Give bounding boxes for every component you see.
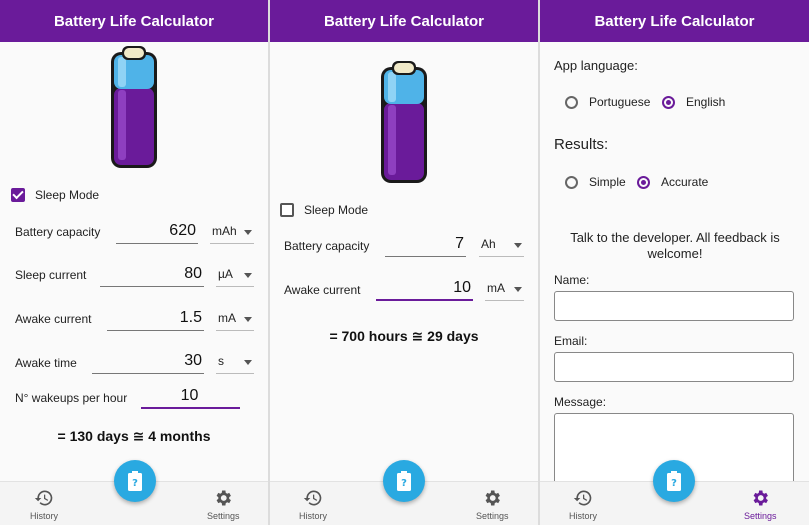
sleep-mode-checkbox[interactable]: Sleep Mode xyxy=(280,203,368,217)
checkbox-unchecked-icon xyxy=(280,203,294,217)
results-option-accurate[interactable]: Accurate xyxy=(637,175,708,189)
language-option-label: Portuguese xyxy=(589,95,651,109)
aa-battery-icon xyxy=(111,46,157,168)
sleep-current-unit-dropdown[interactable]: µA xyxy=(216,263,254,287)
radio-unselected-icon xyxy=(565,95,578,109)
nav-settings-label: Settings xyxy=(476,511,509,521)
email-input[interactable] xyxy=(554,352,794,382)
aa-battery-icon xyxy=(381,61,427,183)
nav-history-label: History xyxy=(299,511,328,521)
sleep-current-input[interactable]: 80 xyxy=(100,263,204,287)
nav-history[interactable]: History xyxy=(30,488,58,521)
gear-icon xyxy=(216,490,232,506)
nav-history-label: History xyxy=(569,511,598,521)
battery-capacity-label: Battery capacity xyxy=(15,225,101,239)
battery-question-icon: ? xyxy=(128,471,142,491)
battery-question-icon: ? xyxy=(397,471,411,491)
language-option-portuguese[interactable]: Portuguese xyxy=(565,95,650,109)
nav-history[interactable]: History xyxy=(569,488,597,521)
awake-current-input[interactable]: 1.5 xyxy=(107,307,204,331)
sleep-current-label: Sleep current xyxy=(15,268,87,282)
language-option-label: English xyxy=(686,95,726,109)
wakeups-per-hour-label: N° wakeups per hour xyxy=(15,391,128,405)
awake-current-unit-dropdown[interactable]: mA xyxy=(216,307,254,331)
nav-settings-label: Settings xyxy=(207,511,240,521)
battery-capacity-input[interactable]: 620 xyxy=(116,220,198,244)
app-title: Battery Life Calculator xyxy=(323,12,485,30)
radio-unselected-icon xyxy=(565,175,578,189)
app-title: Battery Life Calculator xyxy=(594,12,755,30)
settings-screen: Battery Life Calculator App language: Po… xyxy=(540,0,809,525)
results-option-label: Simple xyxy=(589,175,626,189)
history-icon xyxy=(34,490,53,506)
svg-text:?: ? xyxy=(671,478,677,489)
sleep-mode-checkbox[interactable]: Sleep Mode xyxy=(11,188,99,202)
language-option-english[interactable]: English xyxy=(662,95,725,109)
chevron-down-icon xyxy=(244,230,252,235)
nav-settings[interactable]: Settings xyxy=(744,488,777,521)
chevron-down-icon xyxy=(514,243,522,248)
capacity-unit-value: Ah xyxy=(481,237,496,251)
capacity-unit-dropdown[interactable]: mAh xyxy=(210,220,254,244)
calculate-fab[interactable]: ? xyxy=(114,460,156,502)
awake-time-input[interactable]: 30 xyxy=(92,350,204,374)
awake-current-input[interactable]: 10 xyxy=(376,277,473,301)
language-heading: App language: xyxy=(554,58,638,73)
feedback-text: Talk to the developer. All feedback is w… xyxy=(570,230,780,261)
calculator-screen-simple: Battery Life Calculator Sleep Mode Batte… xyxy=(270,0,538,525)
email-label: Email: xyxy=(554,334,588,348)
sleep-current-unit-value: µA xyxy=(218,267,233,281)
nav-settings-label: Settings xyxy=(744,511,777,521)
radio-selected-icon xyxy=(637,175,650,189)
capacity-unit-dropdown[interactable]: Ah xyxy=(479,233,524,257)
battery-question-icon: ? xyxy=(667,471,681,491)
history-icon xyxy=(573,490,592,506)
awake-current-unit-value: mA xyxy=(218,311,236,325)
chevron-down-icon xyxy=(244,317,252,322)
awake-time-unit-value: s xyxy=(218,354,224,368)
app-bar: Battery Life Calculator xyxy=(270,0,538,42)
nav-settings[interactable]: Settings xyxy=(476,488,509,521)
chevron-down-icon xyxy=(244,273,252,278)
result-text: = 700 hours ≅ 29 days xyxy=(329,328,479,344)
chevron-down-icon xyxy=(514,287,522,292)
svg-text:?: ? xyxy=(401,478,407,489)
awake-current-label: Awake current xyxy=(284,283,361,297)
gear-icon xyxy=(753,490,769,506)
results-heading: Results: xyxy=(554,136,609,153)
gear-icon xyxy=(485,490,501,506)
message-label: Message: xyxy=(554,395,607,409)
radio-selected-icon xyxy=(662,95,675,109)
sleep-mode-label: Sleep Mode xyxy=(304,203,369,217)
results-option-simple[interactable]: Simple xyxy=(565,175,626,189)
calculator-screen-sleep: Battery Life Calculator Sleep Mode Batte… xyxy=(0,0,268,525)
calculate-fab[interactable]: ? xyxy=(383,460,425,502)
nav-settings[interactable]: Settings xyxy=(207,488,240,521)
awake-time-unit-dropdown[interactable]: s xyxy=(216,350,254,374)
chevron-down-icon xyxy=(244,360,252,365)
nav-history-label: History xyxy=(30,511,59,521)
results-option-label: Accurate xyxy=(661,175,709,189)
wakeups-per-hour-input[interactable]: 10 xyxy=(141,385,240,409)
awake-current-unit-value: mA xyxy=(487,281,505,295)
battery-capacity-input[interactable]: 7 xyxy=(385,233,466,257)
capacity-unit-value: mAh xyxy=(212,224,237,238)
name-label: Name: xyxy=(554,273,590,287)
checkbox-checked-icon xyxy=(11,188,25,202)
name-input[interactable] xyxy=(554,291,794,321)
calculate-fab[interactable]: ? xyxy=(653,460,695,502)
app-bar: Battery Life Calculator xyxy=(0,0,268,42)
nav-history[interactable]: History xyxy=(299,488,327,521)
battery-capacity-label: Battery capacity xyxy=(284,239,370,253)
history-icon xyxy=(303,490,322,506)
sleep-mode-label: Sleep Mode xyxy=(35,188,100,202)
awake-time-label: Awake time xyxy=(15,356,77,370)
app-bar: Battery Life Calculator xyxy=(540,0,809,42)
svg-text:?: ? xyxy=(132,478,138,489)
awake-current-label: Awake current xyxy=(15,312,92,326)
app-title: Battery Life Calculator xyxy=(53,12,215,30)
result-text: = 130 days ≅ 4 months xyxy=(57,428,211,444)
awake-current-unit-dropdown[interactable]: mA xyxy=(485,277,524,301)
